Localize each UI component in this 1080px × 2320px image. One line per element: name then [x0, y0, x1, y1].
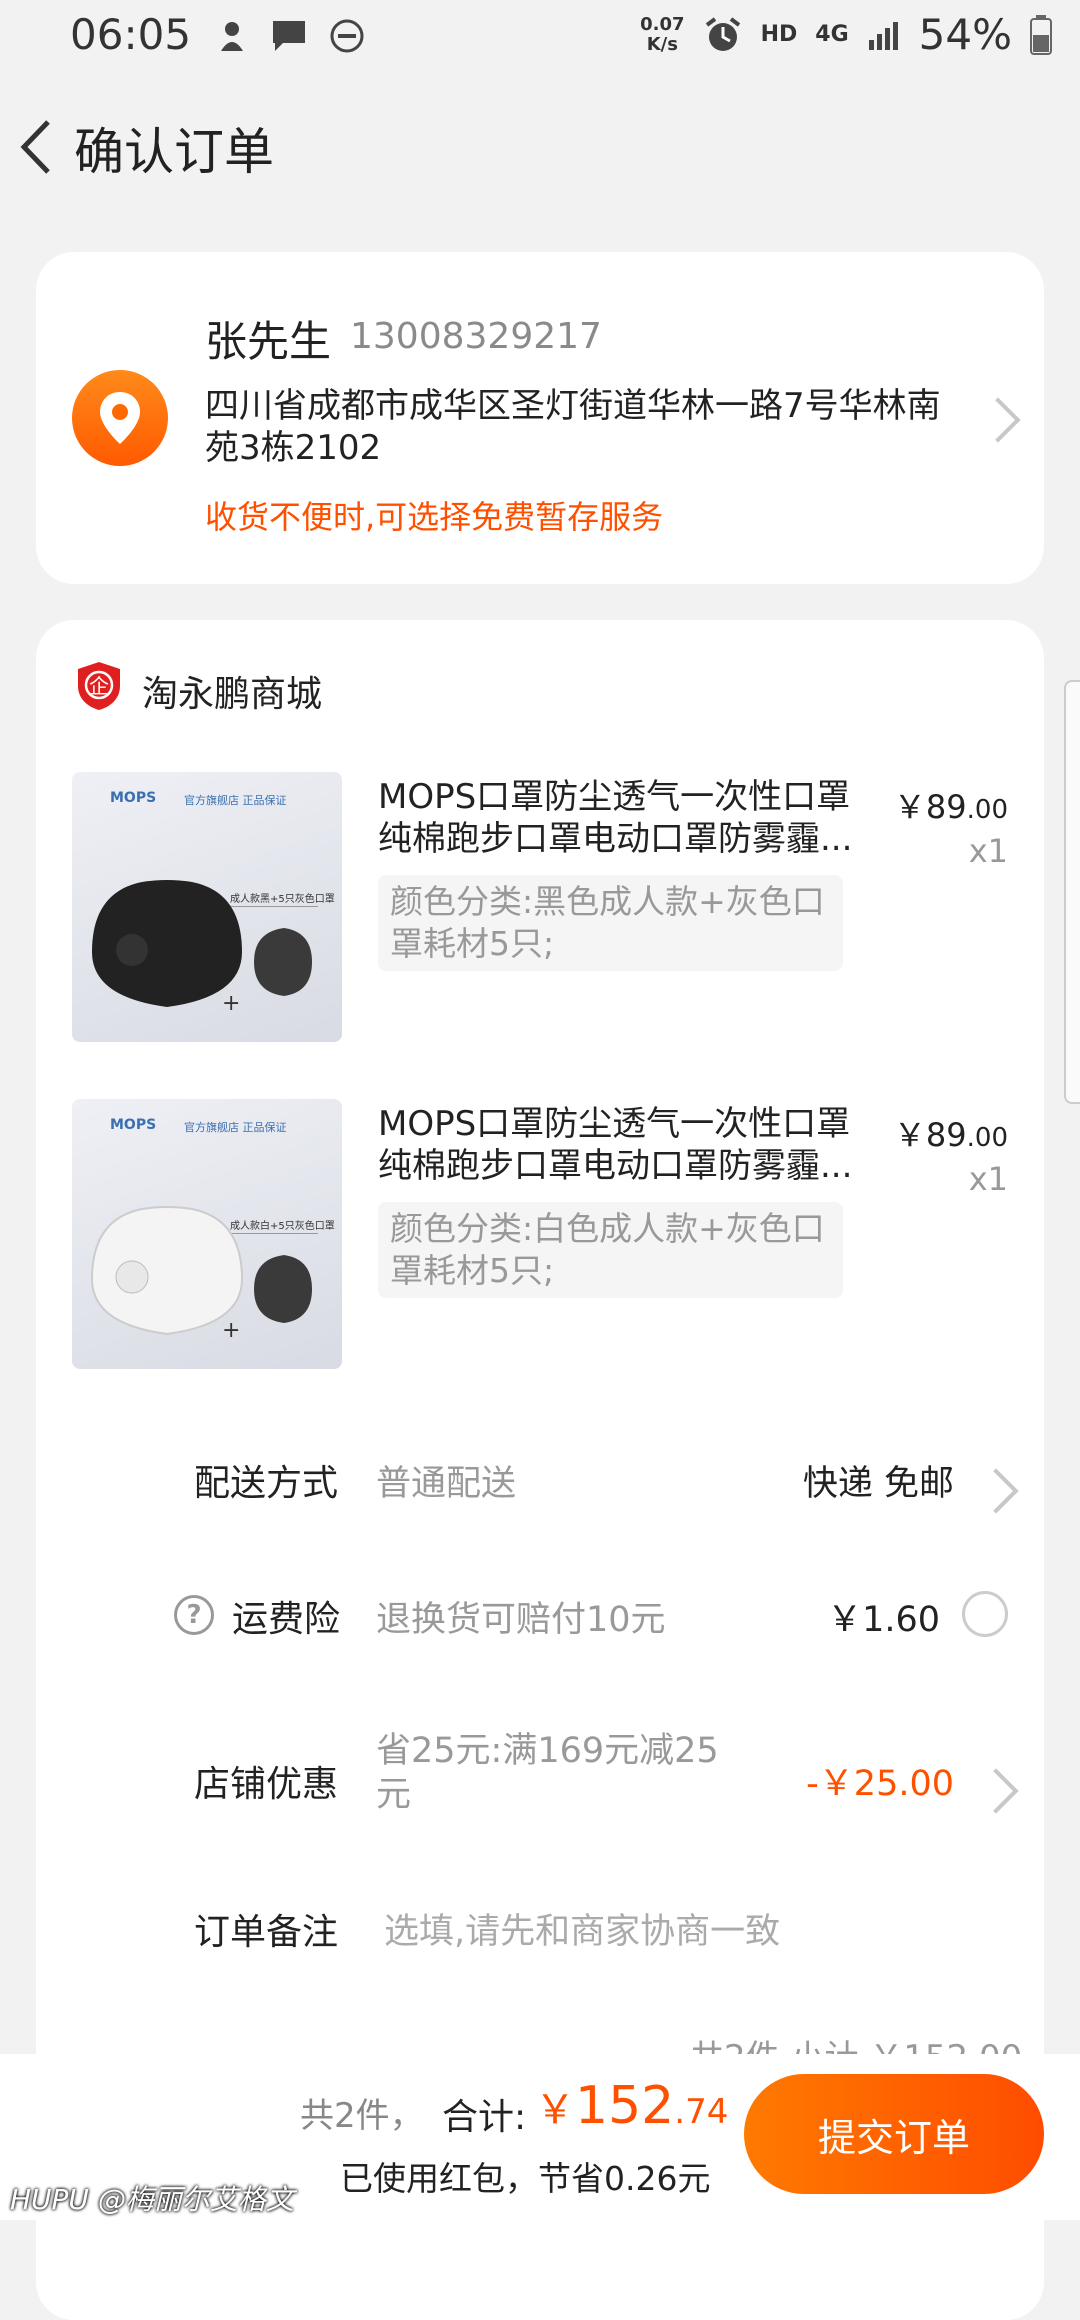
alarm-icon	[705, 16, 740, 51]
status-bar: 06:05 0.07 K/s HD 4G 54%	[0, 0, 1080, 72]
shop-badge-icon: 企	[76, 660, 122, 712]
net-speed: 0.07 K/s	[640, 13, 685, 55]
recipient-address: 四川省成都市成华区圣灯街道华林一路7号华林南 苑3栋2102	[205, 386, 941, 468]
discount-label: 店铺优惠	[194, 1764, 339, 1805]
battery-icon	[1030, 14, 1052, 55]
total-label: 合计:	[442, 2097, 527, 2138]
back-arrow-icon	[20, 120, 50, 174]
help-icon[interactable]: ?	[174, 1595, 214, 1635]
product-quantity: x1	[968, 832, 1008, 870]
product-sku: 颜色分类:黑色成人款+灰色口 罩耗材5只;	[378, 875, 843, 971]
battery-percent: 54%	[918, 10, 1012, 59]
do-not-disturb-icon	[330, 19, 364, 53]
svg-text:+: +	[222, 991, 240, 1016]
product-price: ￥89.00	[893, 788, 1008, 826]
recipient-phone: 13008329217	[350, 316, 602, 357]
status-time: 06:05	[70, 10, 192, 59]
order-note-label: 订单备注	[194, 1912, 339, 1953]
chevron-right-icon	[973, 1468, 1019, 1514]
delivery-option: 快递 免邮	[802, 1464, 954, 1504]
shipping-insurance-row[interactable]: ? 运费险 退换货可赔付10元 ￥1.60	[0, 1575, 1080, 1665]
discount-amount: -￥25.00	[806, 1764, 954, 1804]
product-image[interactable]: MOPS 官方旗舰店 正品保证 成人款黑+5只灰色口罩 +	[72, 772, 342, 1042]
product-image[interactable]: MOPS 官方旗舰店 正品保证 成人款白+5只灰色口罩 +	[72, 1099, 342, 1369]
total-price: ￥152.74	[535, 2076, 729, 2136]
signal-icon	[868, 21, 898, 50]
product-title[interactable]: MOPS口罩防尘透气一次性口罩 纯棉跑步口罩电动口罩防雾霾...	[378, 776, 858, 860]
red-packet-saving: 已使用红包，节省0.26元	[340, 2159, 711, 2198]
location-pin-icon	[72, 370, 168, 466]
insurance-value: 退换货可赔付10元	[376, 1600, 666, 1640]
product-sku: 颜色分类:白色成人款+灰色口 罩耗材5只;	[378, 1202, 843, 1298]
store-discount-row[interactable]: 店铺优惠 省25元:满169元减25 元 -￥25.00	[0, 1725, 1080, 1835]
delivery-method-row[interactable]: 配送方式 普通配送 快递 免邮	[0, 1440, 1080, 1530]
delivery-label: 配送方式	[194, 1463, 339, 1504]
watermark: HUPU @梅丽尔艾格文	[10, 2183, 294, 2216]
insurance-radio[interactable]	[962, 1591, 1008, 1637]
hd-indicator: HD	[760, 22, 798, 47]
network-type: 4G	[815, 22, 849, 47]
chevron-right-icon	[973, 1768, 1019, 1814]
status-right: 0.07 K/s HD 4G 54%	[640, 10, 1052, 59]
shop-name[interactable]: 淘永鹏商城	[142, 665, 322, 717]
page-title: 确认订单	[74, 123, 274, 181]
insurance-price: ￥1.60	[827, 1600, 940, 1640]
product-title[interactable]: MOPS口罩防尘透气一次性口罩 纯棉跑步口罩电动口罩防雾霾...	[378, 1103, 858, 1187]
order-note-input[interactable]: 选填,请先和商家协商一致	[376, 1890, 976, 1962]
app-notification-icon	[221, 22, 243, 51]
back-button[interactable]	[12, 112, 62, 182]
recipient-name: 张先生	[205, 317, 332, 366]
svg-text:企: 企	[89, 674, 109, 698]
storage-service-tip[interactable]: 收货不便时,可选择免费暂存服务	[205, 492, 663, 538]
delivery-value: 普通配送	[376, 1464, 517, 1504]
message-icon	[273, 21, 305, 51]
item-count: 共2件，	[300, 2096, 424, 2136]
submit-order-button[interactable]: 提交订单	[744, 2074, 1044, 2194]
svg-text:+: +	[222, 1318, 240, 1343]
discount-value: 省25元:满169元减25 元	[376, 1731, 719, 1815]
product-quantity: x1	[968, 1160, 1008, 1198]
insurance-label: 运费险	[232, 1599, 341, 1640]
product-price: ￥89.00	[893, 1116, 1008, 1154]
notification-icons	[215, 18, 365, 54]
scrollbar[interactable]	[1064, 680, 1080, 1104]
